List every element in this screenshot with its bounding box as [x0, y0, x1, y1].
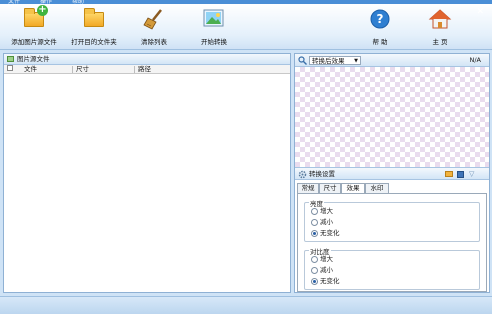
add-folder-icon: +: [22, 5, 48, 30]
settings-header: 转换设置 ▽: [295, 167, 489, 180]
source-files-title: 图片源文件: [17, 55, 50, 63]
svg-text:?: ?: [377, 12, 384, 26]
effects-tab-panel: 亮度 增大 减小 无变化 对比度 增大 减小 无变化: [297, 193, 487, 292]
start-convert-button[interactable]: 开始转换: [194, 8, 234, 46]
image-icon: [7, 56, 14, 62]
preview-settings-panel: 转换后效果 ▼ N/A 转换设置 ▽ 常规 尺寸 效果 水印 亮度 增大 减小 …: [294, 53, 490, 293]
contrast-decrease-radio[interactable]: 减小: [311, 266, 333, 274]
image-convert-icon: [202, 8, 226, 30]
column-file[interactable]: 文件: [24, 65, 37, 74]
settings-title: 转换设置: [309, 170, 335, 178]
close-icon[interactable]: ✕: [476, 7, 484, 17]
help-icon: ?: [368, 8, 392, 30]
source-files-header: 图片源文件: [4, 54, 290, 65]
contrast-nochange-radio[interactable]: 无变化: [311, 277, 340, 285]
broom-icon: [142, 8, 166, 30]
save-icon[interactable]: [457, 171, 464, 178]
clear-list-button[interactable]: 清除列表: [134, 8, 174, 46]
open-target-folder-button[interactable]: 打开目的文件夹: [66, 8, 122, 46]
brightness-increase-radio[interactable]: 增大: [311, 207, 333, 215]
folder-icon: [82, 8, 106, 30]
home-label: 主 页: [432, 38, 448, 46]
scale-ratio: N/A: [469, 56, 482, 64]
help-button[interactable]: ? 帮 助: [366, 8, 394, 46]
tab-size[interactable]: 尺寸: [319, 183, 341, 193]
help-label: 帮 助: [372, 38, 388, 46]
status-bar: [0, 296, 492, 314]
toolbar: + 添加图片源文件 打开目的文件夹 清除列表 开始转换 ? 帮 助 主 页 ✕: [0, 4, 492, 50]
file-table-header: 文件 尺寸 路径: [4, 65, 290, 74]
add-source-label: 添加图片源文件: [11, 38, 57, 46]
settings-icon: [298, 170, 307, 183]
home-button[interactable]: 主 页: [426, 8, 454, 46]
column-size[interactable]: 尺寸: [76, 65, 89, 74]
file-list[interactable]: [4, 75, 290, 292]
contrast-group: 对比度 增大 减小 无变化: [304, 246, 480, 290]
dropdown-arrow-icon[interactable]: ▽: [469, 168, 474, 180]
brightness-decrease-radio[interactable]: 减小: [311, 218, 333, 226]
source-files-panel: 图片源文件 文件 尺寸 路径: [3, 53, 291, 293]
preview-header: 转换后效果 ▼ N/A: [295, 54, 489, 67]
magnifier-icon: [298, 56, 307, 67]
preview-mode-select[interactable]: 转换后效果 ▼: [309, 56, 361, 65]
contrast-increase-radio[interactable]: 增大: [311, 255, 333, 263]
add-source-button[interactable]: + 添加图片源文件: [6, 5, 62, 47]
tab-watermark[interactable]: 水印: [365, 183, 389, 193]
open-target-label: 打开目的文件夹: [71, 38, 117, 46]
preview-canvas: [295, 67, 489, 167]
column-path[interactable]: 路径: [138, 65, 151, 74]
start-convert-label: 开始转换: [201, 38, 227, 46]
open-folder-icon[interactable]: [445, 171, 453, 177]
home-icon: [428, 8, 452, 30]
brightness-group: 亮度 增大 减小 无变化: [304, 198, 480, 242]
brightness-nochange-radio[interactable]: 无变化: [311, 229, 340, 237]
select-all-checkbox[interactable]: [7, 65, 13, 71]
chevron-down-icon: ▼: [354, 58, 358, 64]
tab-general[interactable]: 常规: [297, 183, 319, 193]
clear-list-label: 清除列表: [141, 38, 167, 46]
